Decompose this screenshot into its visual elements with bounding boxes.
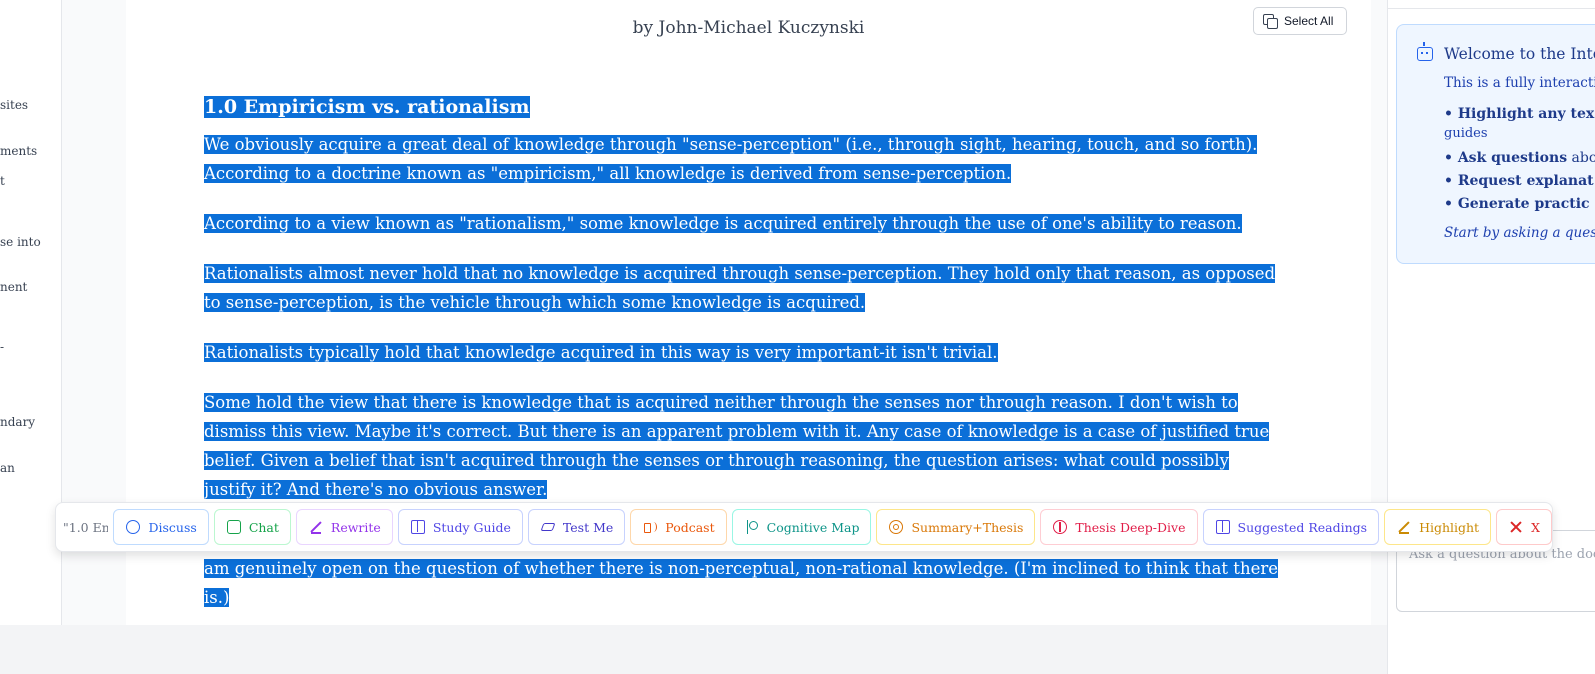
left-sidebar: sites ments t se into nent - ndary an — [0, 0, 62, 625]
welcome-title: Welcome to the Inte — [1444, 45, 1595, 63]
paragraph: Some hold the view that there is knowled… — [204, 393, 1270, 499]
section-heading: 1.0 Empiricism vs. rationalism — [204, 96, 530, 118]
book-icon — [1215, 520, 1230, 534]
message-circle-icon — [126, 520, 141, 534]
paragraph: According to a view known as "rationalis… — [204, 214, 1242, 233]
sidebar-item-3[interactable]: t — [0, 174, 5, 188]
message-square-icon — [226, 520, 241, 534]
summary-thesis-button[interactable]: Summary+Thesis — [876, 509, 1036, 545]
highlighter-icon — [1397, 520, 1411, 534]
bottom-strip — [0, 625, 1387, 674]
paragraph: Rationalists almost never hold that no k… — [204, 264, 1276, 312]
brain-icon — [1053, 520, 1068, 534]
selection-excerpt: "1.0 Empiricism vs. ra... — [63, 519, 109, 535]
target-icon — [889, 520, 904, 534]
highlight-button[interactable]: Highlight — [1384, 509, 1492, 545]
suggested-readings-button[interactable]: Suggested Readings — [1202, 509, 1380, 545]
test-me-button[interactable]: Test Me — [527, 509, 626, 545]
rewrite-button[interactable]: Rewrite — [295, 509, 393, 545]
thesis-deep-dive-button[interactable]: Thesis Deep-Dive — [1040, 509, 1198, 545]
sidebar-item-6[interactable]: - — [0, 340, 4, 354]
sidebar-item-8[interactable]: an — [0, 461, 15, 475]
book-open-icon — [410, 520, 425, 534]
paragraph: We obviously acquire a great deal of kno… — [204, 135, 1258, 183]
sidebar-item-5[interactable]: nent — [0, 280, 27, 294]
pen-icon — [309, 520, 323, 534]
sidebar-item-1[interactable]: sites — [0, 98, 28, 112]
close-toolbar-button[interactable]: X — [1496, 509, 1552, 545]
selection-toolbar: "1.0 Empiricism vs. ra... Discuss Chat R… — [55, 502, 1553, 552]
feature-item: • Request explanat — [1444, 173, 1594, 189]
study-guide-button[interactable]: Study Guide — [397, 509, 523, 545]
sidebar-item-4[interactable]: se into — [0, 235, 41, 249]
start-hint: Start by asking a ques — [1444, 225, 1595, 241]
feature-item: • Ask questions abo — [1444, 150, 1595, 166]
sidebar-item-2[interactable]: ments — [0, 144, 37, 158]
assistant-panel: Welcome to the Inte This is a fully inte… — [1387, 0, 1595, 674]
paragraph: Rationalists typically hold that knowled… — [204, 343, 998, 362]
copy-icon — [1263, 14, 1278, 29]
bot-icon — [1417, 42, 1433, 61]
speaker-icon — [643, 520, 658, 534]
cognitive-map-button[interactable]: Cognitive Map — [731, 509, 872, 545]
document-author: by John-Michael Kuczynski — [632, 18, 865, 38]
close-icon — [1509, 520, 1523, 534]
welcome-card: Welcome to the Inte This is a fully inte… — [1396, 24, 1595, 264]
divider — [1388, 8, 1595, 9]
feature-list: • Highlight any tex guides • Ask questio… — [1444, 103, 1595, 216]
select-all-button[interactable]: Select All — [1253, 7, 1347, 35]
sidebar-item-7[interactable]: ndary — [0, 415, 35, 429]
chat-button[interactable]: Chat — [213, 509, 291, 545]
select-all-label: Select All — [1284, 14, 1334, 28]
welcome-subtitle: This is a fully interactiv — [1444, 75, 1595, 91]
git-branch-icon — [745, 520, 759, 534]
discuss-button[interactable]: Discuss — [113, 509, 209, 545]
graduation-cap-icon — [541, 520, 555, 534]
podcast-button[interactable]: Podcast — [630, 509, 727, 545]
feature-item: • Generate practic — [1444, 196, 1590, 212]
